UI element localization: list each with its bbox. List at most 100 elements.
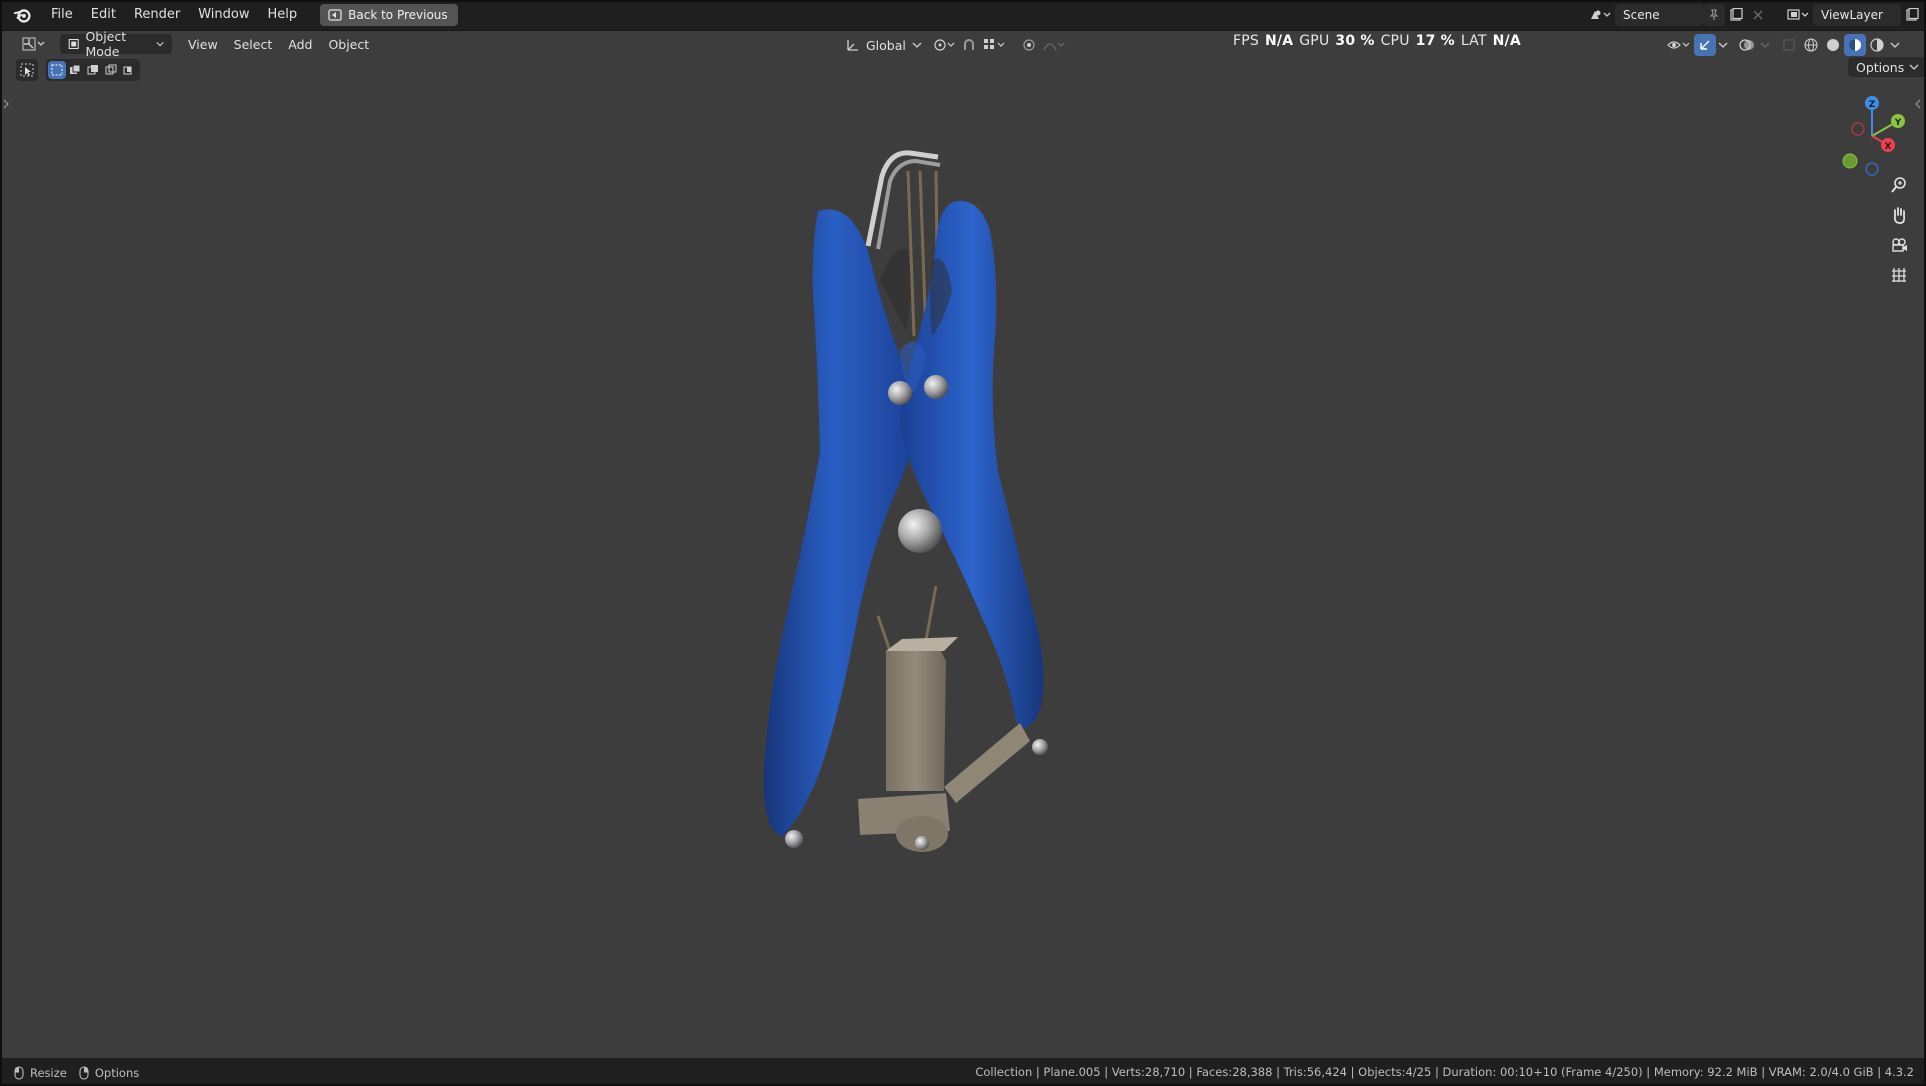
status-bar: Resize Options Collection | Plane.005 | … [0,1059,1926,1086]
toolbar-expand-arrow-icon[interactable] [2,99,10,109]
chevron-down-icon [156,41,164,47]
rivet [888,381,912,405]
cpu-value: 17 % [1415,33,1455,49]
options-label: Options [1856,59,1905,75]
falloff-icon[interactable] [1040,34,1068,56]
select-mode-subtract-icon[interactable] [84,61,102,79]
menu-edit[interactable]: Edit [82,0,125,30]
shading-wireframe-icon[interactable] [1800,34,1822,56]
chevron-down-icon [1909,64,1919,70]
xray-toggle-icon[interactable] [1778,34,1800,56]
scene-name-field[interactable]: Scene [1615,4,1703,26]
screen-back-icon [328,9,342,21]
pivot-point-icon[interactable] [930,34,958,56]
editor-type-icon[interactable] [14,34,54,54]
rivet [924,375,948,399]
scene-browse-icon[interactable] [1585,4,1615,26]
top-bar: File Edit Render Window Help Back to Pre… [0,0,1926,31]
back-to-previous-button[interactable]: Back to Previous [320,4,458,26]
viewport-header: Object Mode View Select Add Object Globa… [0,29,1926,59]
menu-file[interactable]: File [42,0,82,30]
scene-close-icon[interactable] [1747,4,1769,26]
select-tool-row [16,59,140,81]
menu-add[interactable]: Add [280,34,320,54]
camera-view-icon[interactable] [1885,231,1913,259]
status-resize-label: Resize [30,1065,67,1080]
menu-window[interactable]: Window [189,0,258,30]
view-layer-new-icon[interactable] [1901,4,1923,26]
lat-label: LAT [1460,33,1487,49]
status-options-label: Options [94,1065,140,1080]
gizmo-x-label: X [1885,142,1892,152]
snap-target-icon[interactable] [980,34,1008,56]
menu-view[interactable]: View [180,34,226,54]
view-layer-field[interactable]: ViewLayer [1813,4,1901,26]
options-dropdown[interactable]: Options [1848,57,1926,77]
gizmo-neg-z-circle[interactable] [1865,162,1879,176]
spring-wire-left [865,150,939,247]
fps-value: N/A [1264,33,1294,49]
overlays-icon[interactable] [1736,34,1758,56]
select-mode-difference-icon[interactable] [102,61,120,79]
shading-material-icon[interactable] [1844,34,1866,56]
mouse-right-icon [79,1065,89,1080]
transform-orientation-label: Global [866,37,906,53]
overlays-dropdown-icon[interactable] [1758,34,1772,56]
view-layer-browse-icon[interactable] [1783,4,1813,26]
rivet [1032,739,1048,755]
rivet [785,830,803,848]
fps-label: FPS [1233,33,1259,49]
shading-controls [1664,34,1902,56]
object-mode-icon [68,38,79,50]
chevron-down-icon [912,42,922,48]
scene-name-value: Scene [1623,8,1660,22]
gizmo-dropdown-icon[interactable] [1716,34,1730,56]
cpu-label: CPU [1380,33,1410,49]
object-mode-label: Object Mode [85,29,127,59]
gizmo-toggle-icon[interactable] [1694,34,1716,56]
metal-arm-right [944,723,1030,803]
scene-statistics: Collection | Plane.005 | Verts:28,710 | … [975,1065,1914,1079]
menu-select[interactable]: Select [226,34,281,54]
zoom-magnifier-icon[interactable] [1885,171,1913,199]
selection-mode-group [46,59,140,81]
gizmo-neg-x-circle[interactable] [1851,122,1865,136]
select-tool-icon[interactable] [16,59,38,81]
ortho-grid-icon[interactable] [1885,261,1913,289]
mouse-left-icon [14,1065,24,1080]
gizmo-neg-y-circle[interactable] [1842,153,1858,169]
menu-render[interactable]: Render [125,0,189,30]
gizmo-z-label: Z [1869,100,1876,110]
blender-logo-icon[interactable] [12,4,34,26]
clamp-3d-model[interactable] [700,131,1140,1011]
transform-controls: Global [838,34,1068,56]
metal-block [886,649,946,791]
select-mode-new-icon[interactable] [48,61,66,79]
pivot-rivet [898,509,942,553]
visibility-icon[interactable] [1664,34,1694,56]
scene-pin-icon[interactable] [1703,4,1725,26]
main-menu: File Edit Render Window Help [42,0,306,30]
proportional-edit-icon[interactable] [1018,34,1040,56]
back-to-previous-label: Back to Previous [348,8,448,22]
navigation-gizmo[interactable]: Z Y X [1828,91,1918,181]
3d-viewport[interactable]: Object Mode View Select Add Object Globa… [0,29,1926,1058]
select-mode-extend-icon[interactable] [66,61,84,79]
pan-hand-icon[interactable] [1885,201,1913,229]
shading-rendered-icon[interactable] [1866,34,1888,56]
snap-toggle-icon[interactable] [958,34,980,56]
gpu-value: 30 % [1335,33,1375,49]
transform-orientation-dropdown[interactable]: Global [838,35,930,55]
scene-new-icon[interactable] [1725,4,1747,26]
orientation-axes-icon [847,40,858,51]
menu-help[interactable]: Help [259,0,307,30]
scene-selector-group: Scene ViewLayer [1585,4,1926,26]
menu-object[interactable]: Object [320,34,377,54]
object-mode-dropdown[interactable]: Object Mode [60,29,172,59]
shading-dropdown-icon[interactable] [1888,34,1902,56]
shading-solid-icon[interactable] [1822,34,1844,56]
performance-stats: FPS N/A GPU 30 % CPU 17 % LAT N/A [1233,33,1521,49]
select-mode-intersect-icon[interactable] [120,61,138,79]
gizmo-y-label: Y [1894,118,1902,128]
rivet [915,836,929,850]
